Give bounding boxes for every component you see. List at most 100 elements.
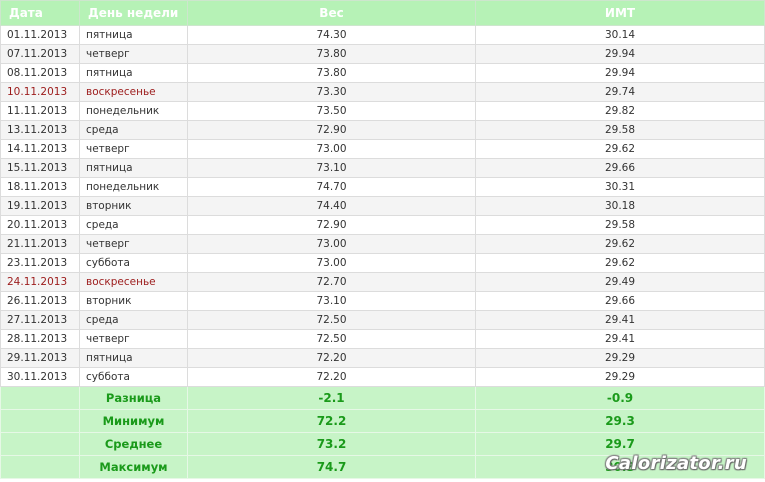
summary-label: Разница [79, 386, 188, 410]
date-cell: 13.11.2013 [0, 120, 80, 140]
weight-cell: 73.80 [187, 44, 476, 64]
date-cell: 15.11.2013 [0, 158, 80, 178]
summary-weight: 72.2 [187, 409, 476, 433]
date-cell: 26.11.2013 [0, 291, 80, 311]
bmi-cell: 29.41 [475, 310, 765, 330]
table-row: 15.11.2013 пятница 73.10 29.66 [0, 158, 765, 178]
date-cell: 10.11.2013 [0, 82, 80, 102]
day-cell: суббота [79, 253, 188, 273]
day-cell: вторник [79, 196, 188, 216]
day-cell: пятница [79, 63, 188, 83]
weight-cell: 72.70 [187, 272, 476, 292]
site-watermark: Calorizator.ru [605, 453, 747, 474]
bmi-cell: 29.58 [475, 215, 765, 235]
table-row: 26.11.2013 вторник 73.10 29.66 [0, 291, 765, 311]
bmi-cell: 29.49 [475, 272, 765, 292]
table-row: 08.11.2013 пятница 73.80 29.94 [0, 63, 765, 83]
weight-cell: 74.40 [187, 196, 476, 216]
day-cell: среда [79, 120, 188, 140]
weight-cell: 73.00 [187, 253, 476, 273]
date-cell: 11.11.2013 [0, 101, 80, 121]
weight-cell: 72.50 [187, 310, 476, 330]
table-row: 13.11.2013 среда 72.90 29.58 [0, 120, 765, 140]
date-cell: 30.11.2013 [0, 367, 80, 387]
summary-empty-cell [0, 432, 80, 456]
weight-cell: 73.10 [187, 158, 476, 178]
date-cell: 08.11.2013 [0, 63, 80, 83]
day-cell: воскресенье [79, 82, 188, 102]
summary-label: Среднее [79, 432, 188, 456]
bmi-cell: 29.41 [475, 329, 765, 349]
day-cell: понедельник [79, 177, 188, 197]
day-cell: пятница [79, 158, 188, 178]
weight-cell: 73.30 [187, 82, 476, 102]
weight-column-header[interactable]: Вес [187, 0, 476, 26]
bmi-cell: 29.94 [475, 63, 765, 83]
table-row: 07.11.2013 четверг 73.80 29.94 [0, 44, 765, 64]
day-cell: суббота [79, 367, 188, 387]
bmi-cell: 30.31 [475, 177, 765, 197]
table-row: 10.11.2013 воскресенье 73.30 29.74 [0, 82, 765, 102]
date-cell: 24.11.2013 [0, 272, 80, 292]
day-cell: четверг [79, 139, 188, 159]
date-cell: 28.11.2013 [0, 329, 80, 349]
date-cell: 01.11.2013 [0, 25, 80, 45]
weight-cell: 74.70 [187, 177, 476, 197]
table-row: 29.11.2013 пятница 72.20 29.29 [0, 348, 765, 368]
summary-empty-cell [0, 455, 80, 479]
summary-row: Минимум 72.2 29.3 [0, 409, 765, 433]
summary-row: Разница -2.1 -0.9 [0, 386, 765, 410]
day-cell: среда [79, 310, 188, 330]
date-cell: 14.11.2013 [0, 139, 80, 159]
day-cell: пятница [79, 348, 188, 368]
date-cell: 21.11.2013 [0, 234, 80, 254]
date-cell: 29.11.2013 [0, 348, 80, 368]
bmi-column-header[interactable]: ИМТ [475, 0, 765, 26]
summary-weight: 74.7 [187, 455, 476, 479]
weight-cell: 72.50 [187, 329, 476, 349]
bmi-cell: 29.62 [475, 253, 765, 273]
day-column-header[interactable]: День недели [79, 0, 188, 26]
weight-cell: 73.10 [187, 291, 476, 311]
weight-cell: 72.90 [187, 120, 476, 140]
table-row: 23.11.2013 суббота 73.00 29.62 [0, 253, 765, 273]
date-cell: 19.11.2013 [0, 196, 80, 216]
day-cell: среда [79, 215, 188, 235]
bmi-cell: 29.58 [475, 120, 765, 140]
weight-cell: 72.20 [187, 348, 476, 368]
summary-label: Минимум [79, 409, 188, 433]
table-row: 11.11.2013 понедельник 73.50 29.82 [0, 101, 765, 121]
date-cell: 27.11.2013 [0, 310, 80, 330]
day-cell: воскресенье [79, 272, 188, 292]
summary-empty-cell [0, 409, 80, 433]
day-cell: понедельник [79, 101, 188, 121]
date-column-header[interactable]: Дата [0, 0, 80, 26]
day-cell: четверг [79, 329, 188, 349]
table-row: 01.11.2013 пятница 74.30 30.14 [0, 25, 765, 45]
weight-cell: 74.30 [187, 25, 476, 45]
bmi-cell: 30.14 [475, 25, 765, 45]
bmi-cell: 30.18 [475, 196, 765, 216]
bmi-cell: 29.66 [475, 291, 765, 311]
bmi-cell: 29.29 [475, 367, 765, 387]
day-cell: четверг [79, 44, 188, 64]
weight-cell: 72.20 [187, 367, 476, 387]
table-row: 27.11.2013 среда 72.50 29.41 [0, 310, 765, 330]
bmi-cell: 29.66 [475, 158, 765, 178]
table-row: 18.11.2013 понедельник 74.70 30.31 [0, 177, 765, 197]
summary-bmi: -0.9 [475, 386, 765, 410]
date-cell: 23.11.2013 [0, 253, 80, 273]
weight-cell: 73.00 [187, 234, 476, 254]
bmi-cell: 29.62 [475, 139, 765, 159]
weight-cell: 73.00 [187, 139, 476, 159]
weight-cell: 72.90 [187, 215, 476, 235]
weight-log-table: Дата День недели Вес ИМТ 01.11.2013 пятни… [0, 0, 765, 479]
table-row: 21.11.2013 четверг 73.00 29.62 [0, 234, 765, 254]
table-row: 28.11.2013 четверг 72.50 29.41 [0, 329, 765, 349]
summary-weight: -2.1 [187, 386, 476, 410]
table-row: 24.11.2013 воскресенье 72.70 29.49 [0, 272, 765, 292]
date-cell: 20.11.2013 [0, 215, 80, 235]
summary-bmi: 29.3 [475, 409, 765, 433]
weight-cell: 73.80 [187, 63, 476, 83]
table-row: 20.11.2013 среда 72.90 29.58 [0, 215, 765, 235]
